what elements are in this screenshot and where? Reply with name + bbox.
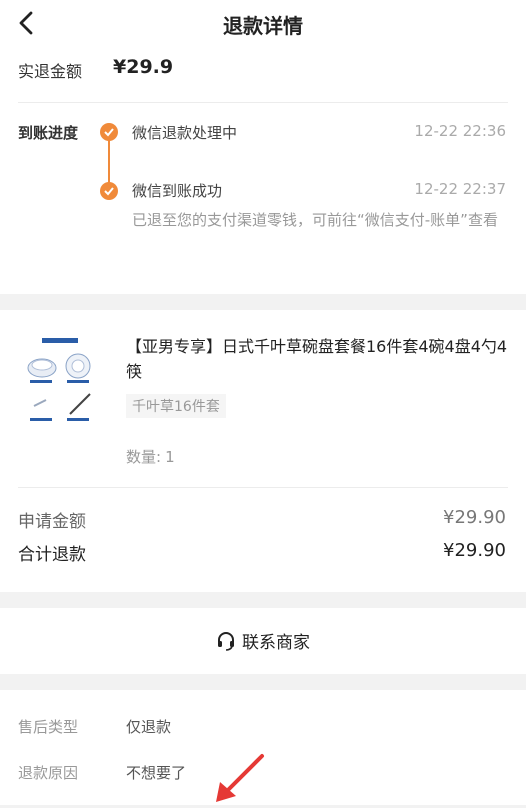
contact-seller-button[interactable]: 联系商家 [0,608,526,674]
divider [18,102,508,103]
timeline-step-2-text: 微信到账成功 [132,182,223,200]
annotation-arrow-icon [210,752,266,808]
refund-amount-label: 实退金额 [18,62,83,81]
after-sale-type-label: 售后类型 [18,718,79,736]
timeline-step-1-text: 微信退款处理中 [132,124,238,142]
apply-amount-value: ¥29.90 [443,507,506,528]
apply-amount-label: 申请金额 [18,512,86,532]
total-refund-value: ¥29.90 [443,540,506,561]
contact-seller-label: 联系商家 [242,633,310,653]
quantity-label: 数量: [126,448,162,466]
after-sale-type-value: 仅退款 [126,718,172,736]
product-card: 【亚男专享】日式千叶草碗盘套餐16件套4碗4盘4勺4筷 千叶草16件套 数量: 1… [0,310,526,592]
refund-amount-value: ¥29.9 [113,56,174,78]
check-circle-icon [100,123,118,141]
check-circle-icon [100,182,118,200]
timeline-step-2-time: 12-22 22:37 [414,180,506,198]
timeline-step-1-time: 12-22 22:36 [414,122,506,140]
headset-icon [216,631,236,656]
product-name[interactable]: 【亚男专享】日式千叶草碗盘套餐16件套4碗4盘4勺4筷 [126,334,510,384]
refund-reason-value: 不想要了 [126,764,187,782]
total-refund-label: 合计退款 [18,545,86,565]
refund-reason-label: 退款原因 [18,764,79,782]
refund-summary: 实退金额 ¥29.9 到账进度 微信退款处理中 12-22 22:36 微信到账… [0,46,526,294]
refund-note: 已退至您的支付渠道零钱，可前往“微信支付-账单”查看 [132,211,498,229]
divider [18,487,508,488]
contact-seller: 联系商家 [0,628,526,656]
product-thumbnail[interactable] [18,334,102,426]
progress-label: 到账进度 [18,124,79,142]
product-spec: 千叶草16件套 [126,394,226,418]
product-quantity: 数量: 1 [126,446,175,467]
page-title: 退款详情 [223,14,303,38]
quantity-value: 1 [165,448,175,466]
top-bar: 退款详情 [0,0,526,46]
